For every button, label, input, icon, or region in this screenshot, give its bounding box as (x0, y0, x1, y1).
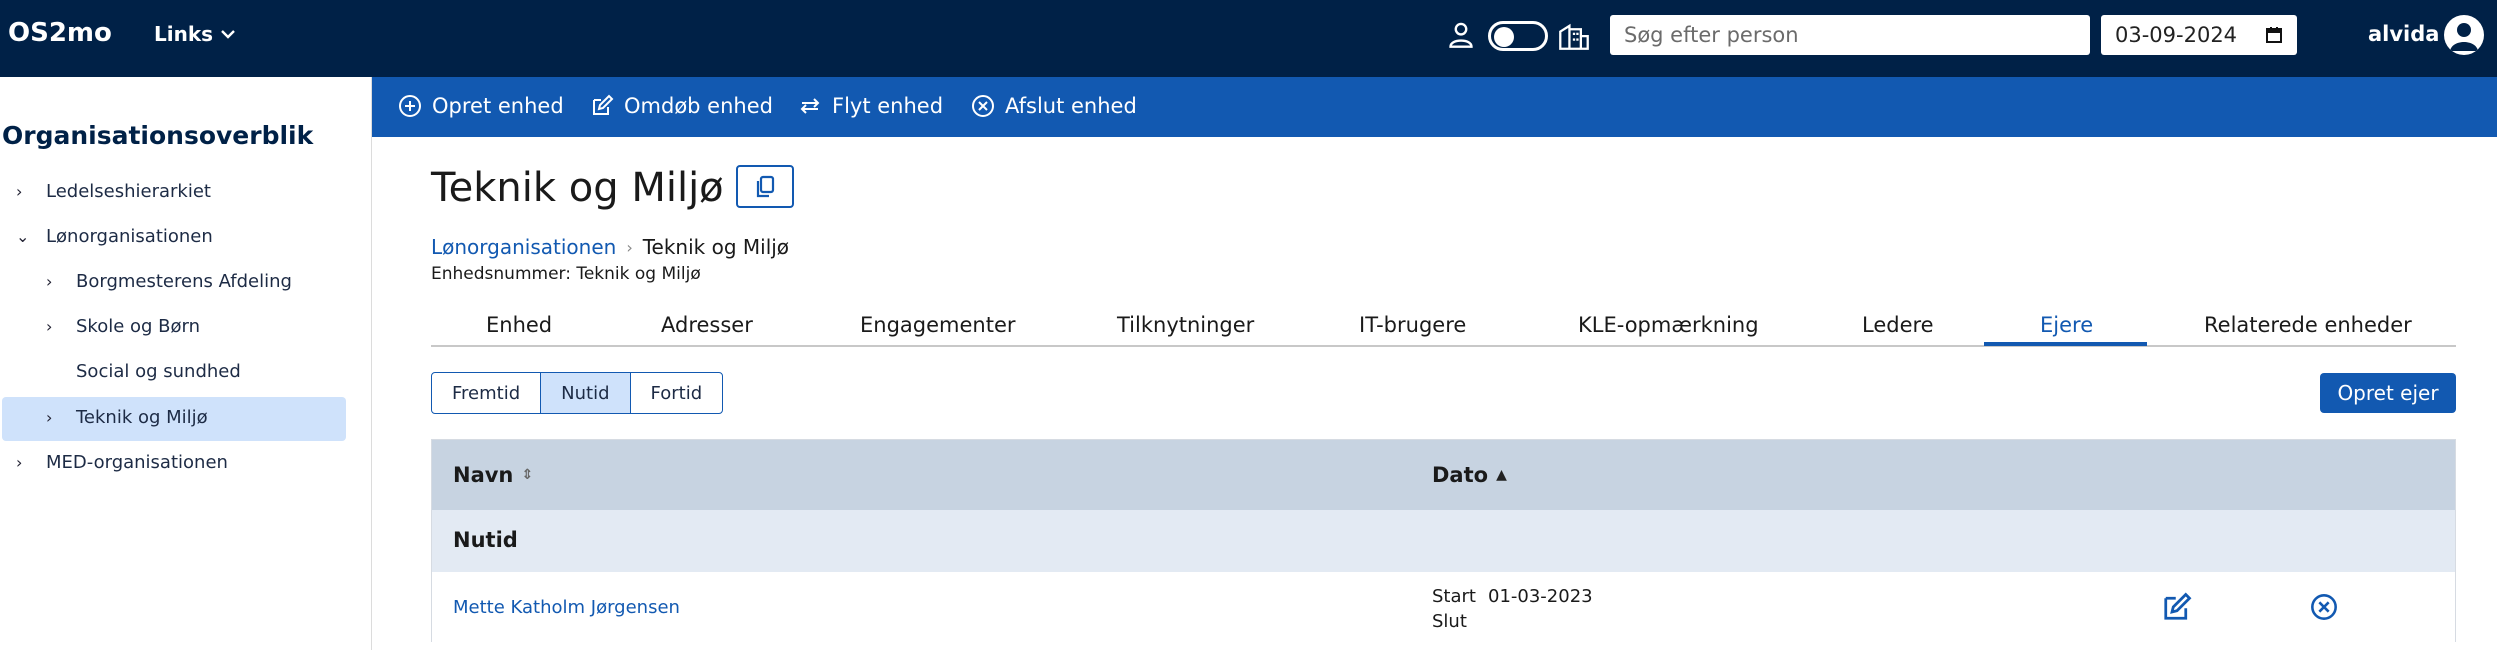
links-label: Links (154, 22, 214, 46)
tree-item-med-organisationen[interactable]: › MED-organisationen (16, 452, 228, 473)
table-row: Mette Katholm Jørgensen Start 01-03-2023 … (432, 572, 2455, 642)
date-cell: Start 01-03-2023 Slut (1432, 584, 1593, 634)
calendar-icon[interactable] (2265, 26, 2283, 44)
move-unit-button[interactable]: Flyt enhed (798, 94, 943, 118)
terminate-unit-label: Afslut enhed (1005, 94, 1137, 118)
active-tab-indicator (1984, 342, 2147, 346)
chevron-down-icon[interactable]: ⌄ (16, 227, 36, 246)
tab-it-brugere[interactable]: IT-brugere (1359, 313, 1466, 337)
terminate-icon[interactable] (2310, 593, 2338, 621)
chevron-right-icon[interactable]: › (46, 272, 66, 291)
tree-item-label: Ledelseshierarkiet (46, 181, 211, 202)
sort-icon[interactable]: ⇕ (521, 467, 533, 483)
tree-item-label: Borgmesterens Afdeling (76, 271, 292, 292)
date-value: 03-09-2024 (2115, 23, 2238, 47)
time-filter: Fremtid Nutid Fortid (431, 372, 724, 414)
tab-relaterede-enheder[interactable]: Relaterede enheder (2204, 313, 2412, 337)
column-label: Navn (453, 463, 514, 487)
group-label: Nutid (453, 528, 518, 552)
create-unit-button[interactable]: Opret enhed (398, 94, 564, 118)
toggle-knob (1494, 27, 1514, 47)
arrows-left-right-icon (800, 98, 820, 114)
plus-circle-icon (399, 95, 421, 117)
sidebar: Organisationsoverblik › Ledelseshierarki… (0, 77, 372, 650)
top-navbar: OS2mo Links 03-09-2024 alvida (0, 0, 2497, 77)
filter-nutid[interactable]: Nutid (541, 373, 631, 413)
chevron-right-icon[interactable]: › (16, 182, 36, 201)
create-owner-button[interactable]: Opret ejer (2320, 373, 2456, 413)
tree-item-teknik-og-miljo[interactable]: › Teknik og Miljø (46, 407, 208, 428)
filter-fortid[interactable]: Fortid (631, 373, 723, 413)
edit-icon[interactable] (2162, 592, 2192, 622)
column-header-dato[interactable]: Dato ▲ (1432, 463, 1507, 487)
rename-unit-button[interactable]: Omdøb enhed (590, 94, 773, 118)
unit-number: Enhedsnummer: Teknik og Miljø (431, 264, 701, 284)
edit-icon (593, 94, 614, 115)
tab-enhed[interactable]: Enhed (486, 313, 552, 337)
tree-item-label: Teknik og Miljø (76, 407, 208, 428)
tree-item-borgmesterens-afdeling[interactable]: › Borgmesterens Afdeling (46, 271, 292, 292)
column-header-navn[interactable]: Navn ⇕ (453, 463, 533, 487)
move-unit-label: Flyt enhed (832, 94, 944, 118)
table-header: Navn ⇕ Dato ▲ (432, 440, 2455, 510)
person-search-input[interactable] (1610, 15, 2090, 55)
breadcrumb: Lønorganisationen › Teknik og Miljø (431, 235, 789, 259)
start-date: 01-03-2023 (1488, 586, 1593, 607)
tab-ledere[interactable]: Ledere (1862, 313, 1934, 337)
links-menu[interactable]: Links (154, 22, 235, 46)
tree-item-label: Lønorganisationen (46, 226, 213, 247)
user-avatar-icon[interactable] (2444, 15, 2484, 55)
end-label: Slut (1432, 611, 1467, 632)
owner-name-link[interactable]: Mette Katholm Jørgensen (453, 597, 680, 618)
chevron-right-icon[interactable]: › (16, 453, 36, 472)
building-icon[interactable] (1558, 20, 1590, 50)
sidebar-title: Organisationsoverblik (2, 121, 314, 150)
person-icon[interactable] (1447, 20, 1475, 50)
rename-unit-label: Omdøb enhed (624, 94, 773, 118)
tree-item-social-og-sundhed[interactable]: Social og sundhed (46, 361, 241, 382)
tree-item-skole-og-born[interactable]: › Skole og Børn (46, 316, 200, 337)
tab-tilknytninger[interactable]: Tilknytninger (1117, 313, 1254, 337)
app-brand[interactable]: OS2mo (8, 18, 112, 48)
chevron-right-icon[interactable]: › (46, 408, 66, 427)
chevron-down-icon (221, 30, 235, 39)
tree-item-label: Social og sundhed (76, 361, 241, 382)
tree-item-label: Skole og Børn (76, 316, 201, 337)
person-org-toggle[interactable] (1488, 21, 1548, 51)
tree-item-lonorganisationen[interactable]: ⌄ Lønorganisationen (16, 226, 213, 247)
tab-ejere[interactable]: Ejere (2040, 313, 2093, 337)
table-group-header: Nutid (432, 510, 2455, 572)
filter-fremtid[interactable]: Fremtid (432, 373, 542, 413)
tree-item-label: MED-organisationen (46, 452, 228, 473)
chevron-right-icon: › (626, 237, 633, 257)
tab-kle-opmaerkning[interactable]: KLE-opmærkning (1578, 313, 1759, 337)
unit-action-bar: Opret enhed Omdøb enhed Flyt enhed Afslu… (372, 77, 2497, 137)
breadcrumb-current: Teknik og Miljø (642, 235, 790, 259)
sort-asc-icon[interactable]: ▲ (1496, 467, 1507, 483)
page-title: Teknik og Miljø (431, 165, 724, 211)
copy-icon (756, 175, 775, 197)
start-label: Start (1432, 586, 1476, 607)
unit-tabs: Enhed Adresser Engagementer Tilknytninge… (431, 305, 2456, 347)
tree-item-ledelseshierarkiet[interactable]: › Ledelseshierarkiet (16, 181, 211, 202)
column-label: Dato (1432, 463, 1489, 487)
date-picker[interactable]: 03-09-2024 (2101, 15, 2297, 55)
tab-engagementer[interactable]: Engagementer (860, 313, 1016, 337)
username[interactable]: alvida (2368, 22, 2439, 46)
tab-adresser[interactable]: Adresser (661, 313, 753, 337)
close-circle-icon (972, 95, 994, 117)
owners-table: Navn ⇕ Dato ▲ Nutid Mette Katholm Jørgen… (431, 439, 2456, 642)
terminate-unit-button[interactable]: Afslut enhed (971, 94, 1137, 118)
create-unit-label: Opret enhed (432, 94, 564, 118)
chevron-right-icon[interactable]: › (46, 317, 66, 336)
breadcrumb-link-lonorganisationen[interactable]: Lønorganisationen (431, 235, 616, 259)
copy-button[interactable] (736, 165, 794, 208)
